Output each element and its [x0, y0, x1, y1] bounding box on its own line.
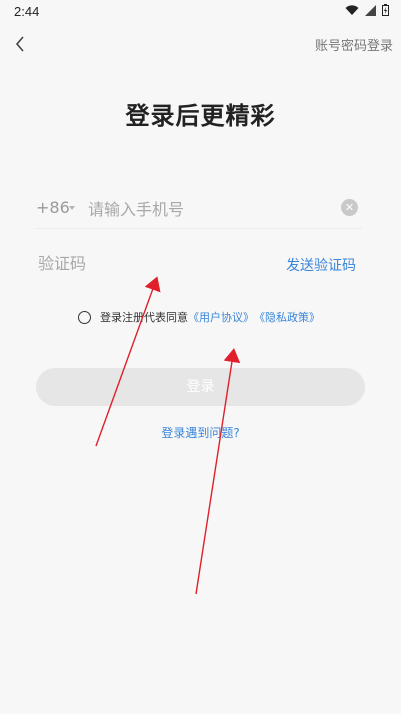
country-code-selector[interactable]: +86	[36, 198, 70, 217]
status-time: 2:44	[14, 4, 40, 19]
agreement-row: 登录注册代表同意 《用户协议》 《隐私政策》	[78, 308, 320, 326]
agree-radio[interactable]	[78, 310, 91, 324]
battery-icon	[382, 4, 389, 16]
back-button[interactable]	[6, 30, 34, 58]
status-icons	[345, 4, 389, 16]
privacy-policy-link[interactable]: 《隐私政策》	[254, 309, 320, 325]
phone-row: +86 ✕	[36, 188, 362, 229]
send-code-button[interactable]: 发送验证码	[286, 255, 356, 275]
caret-down-icon[interactable]	[69, 206, 75, 210]
page-title: 登录后更精彩	[125, 102, 276, 130]
code-row: 发送验证码	[36, 244, 362, 282]
agreement-text: 登录注册代表同意	[100, 311, 188, 324]
nav-bar: 账号密码登录	[0, 24, 401, 64]
password-login-link[interactable]: 账号密码登录	[315, 35, 393, 54]
wifi-icon	[345, 4, 359, 15]
chevron-left-icon	[15, 36, 24, 52]
status-bar: 2:44	[0, 0, 401, 24]
phone-input[interactable]	[86, 196, 330, 222]
login-button[interactable]: 登录	[36, 368, 365, 406]
signal-icon	[365, 4, 376, 16]
clear-icon[interactable]: ✕	[341, 199, 358, 216]
verification-code-input[interactable]	[36, 250, 240, 276]
login-help-link[interactable]: 登录遇到问题?	[0, 424, 401, 441]
user-agreement-link[interactable]: 《用户协议》	[188, 309, 254, 325]
